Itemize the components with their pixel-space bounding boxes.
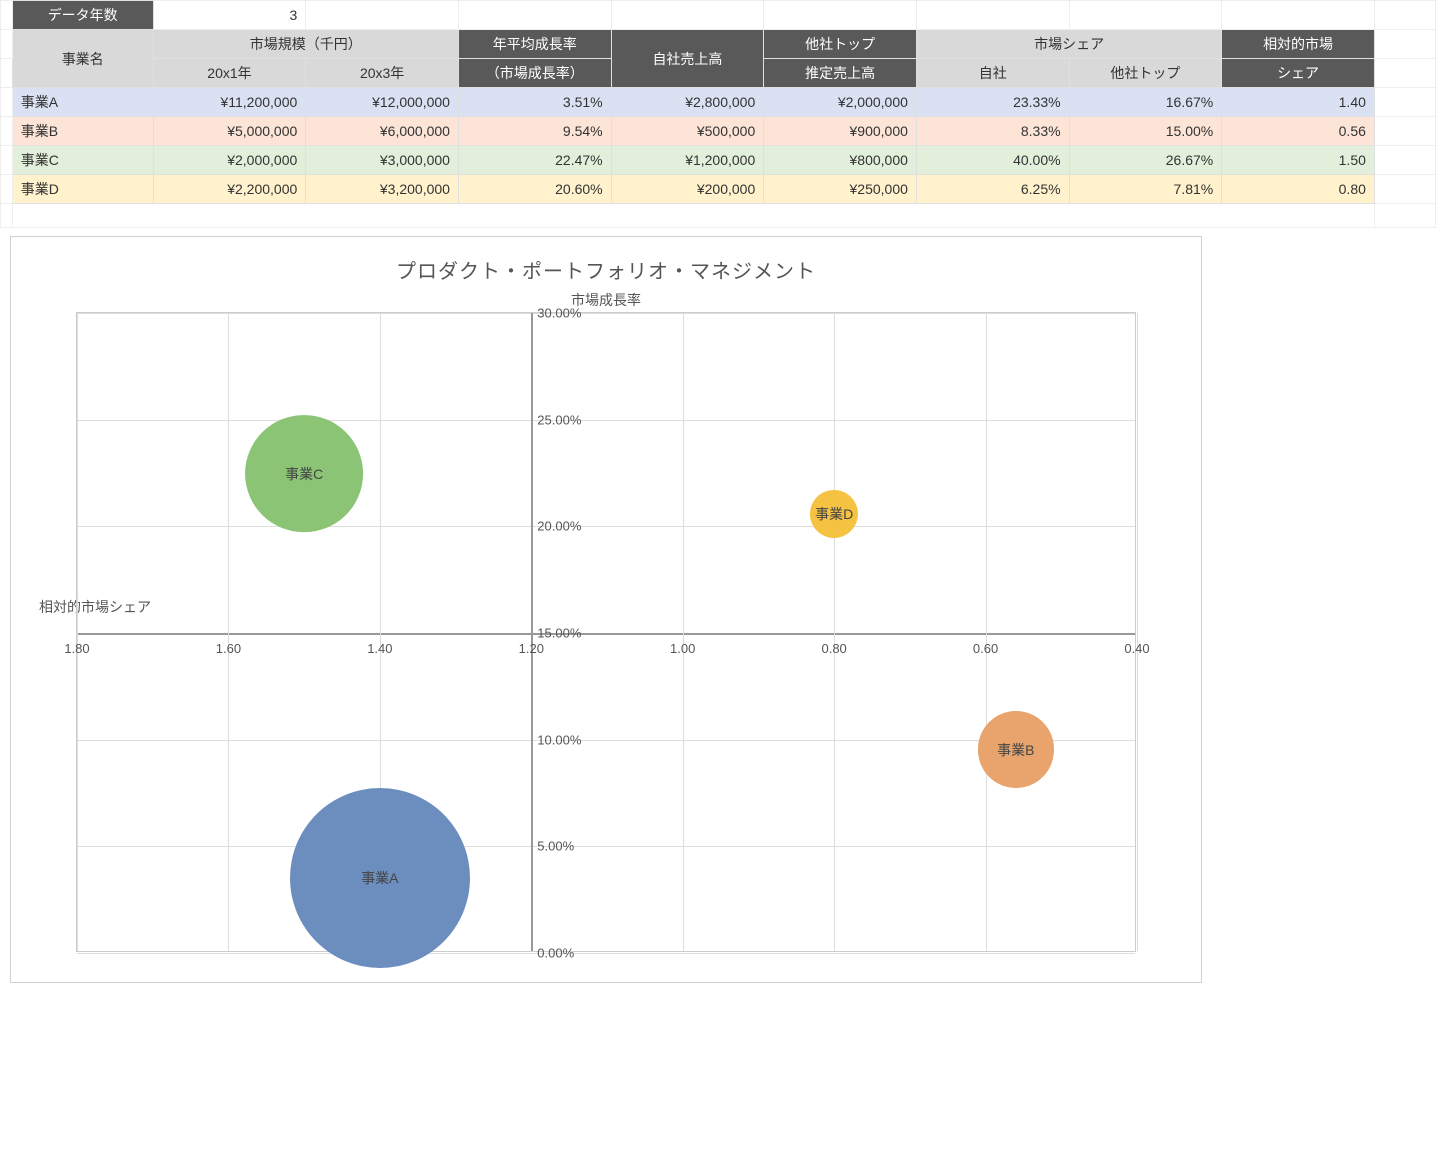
cell[interactable]: 9.54% [458, 117, 611, 146]
cell[interactable]: ¥2,000,000 [764, 88, 917, 117]
cell[interactable]: ¥3,000,000 [306, 146, 459, 175]
x-tick: 0.80 [821, 641, 846, 656]
bubble-事業D[interactable]: 事業D [810, 489, 858, 537]
plot-area: 30.00%25.00%20.00%15.00%10.00%5.00%0.00%… [76, 312, 1136, 952]
x-tick: 1.40 [367, 641, 392, 656]
cell[interactable]: ¥2,800,000 [611, 88, 764, 117]
y-tick: 25.00% [537, 412, 581, 427]
col-share-own: 自社 [916, 59, 1069, 88]
bubble-事業B[interactable]: 事業B [978, 711, 1054, 787]
cell[interactable]: ¥6,000,000 [306, 117, 459, 146]
col-business: 事業名 [12, 30, 153, 88]
cell[interactable]: ¥200,000 [611, 175, 764, 204]
cell[interactable]: ¥800,000 [764, 146, 917, 175]
table-row: 事業A ¥11,200,000 ¥12,000,000 3.51% ¥2,800… [1, 88, 1436, 117]
cell[interactable]: 1.40 [1222, 88, 1375, 117]
cell-name[interactable]: 事業C [12, 146, 153, 175]
cell[interactable]: ¥900,000 [764, 117, 917, 146]
cell[interactable]: ¥500,000 [611, 117, 764, 146]
bubble-事業A[interactable]: 事業A [290, 788, 470, 968]
cell[interactable]: 22.47% [458, 146, 611, 175]
y-tick: 5.00% [537, 839, 574, 854]
x-tick: 0.60 [973, 641, 998, 656]
x-tick: 1.60 [216, 641, 241, 656]
data-table: データ年数 3 事業名 市場規模（千円） 年平均成長率 自社売上高 他社トップ … [0, 0, 1436, 228]
col-own-sales: 自社売上高 [611, 30, 764, 88]
cell-name[interactable]: 事業A [12, 88, 153, 117]
table-row: 事業C ¥2,000,000 ¥3,000,000 22.47% ¥1,200,… [1, 146, 1436, 175]
col-rel-share-2: シェア [1222, 59, 1375, 88]
cell[interactable]: 1.50 [1222, 146, 1375, 175]
x-tick: 0.40 [1124, 641, 1149, 656]
cell[interactable]: 6.25% [916, 175, 1069, 204]
x-tick: 1.20 [519, 641, 544, 656]
col-rel-share-1: 相対的市場 [1222, 30, 1375, 59]
ppm-chart[interactable]: プロダクト・ポートフォリオ・マネジメント 市場成長率 相対的市場シェア 30.0… [10, 236, 1202, 983]
chart-title: プロダクト・ポートフォリオ・マネジメント [11, 237, 1201, 290]
data-years-label: データ年数 [12, 1, 153, 30]
col-share: 市場シェア [916, 30, 1221, 59]
cell-name[interactable]: 事業B [12, 117, 153, 146]
col-market-size: 市場規模（千円） [153, 30, 458, 59]
table-row: 事業D ¥2,200,000 ¥3,200,000 20.60% ¥200,00… [1, 175, 1436, 204]
cell[interactable]: ¥12,000,000 [306, 88, 459, 117]
y-tick: 20.00% [537, 519, 581, 534]
x-tick: 1.80 [64, 641, 89, 656]
cell[interactable]: 23.33% [916, 88, 1069, 117]
cell[interactable]: 0.80 [1222, 175, 1375, 204]
y-tick: 15.00% [537, 626, 581, 641]
col-top-other-1: 他社トップ [764, 30, 917, 59]
x-tick: 1.00 [670, 641, 695, 656]
cell[interactable]: 0.56 [1222, 117, 1375, 146]
cell[interactable]: 26.67% [1069, 146, 1222, 175]
cell[interactable]: ¥2,200,000 [153, 175, 306, 204]
table-row: 事業B ¥5,000,000 ¥6,000,000 9.54% ¥500,000… [1, 117, 1436, 146]
cell[interactable]: ¥2,000,000 [153, 146, 306, 175]
cell[interactable]: 15.00% [1069, 117, 1222, 146]
cell[interactable]: 8.33% [916, 117, 1069, 146]
cell[interactable]: ¥1,200,000 [611, 146, 764, 175]
y-axis-label: 市場成長率 [11, 290, 1201, 310]
cell[interactable]: 40.00% [916, 146, 1069, 175]
cell[interactable]: ¥11,200,000 [153, 88, 306, 117]
col-growth-1: 年平均成長率 [458, 30, 611, 59]
col-year1: 20x1年 [153, 59, 306, 88]
col-share-other: 他社トップ [1069, 59, 1222, 88]
col-year3: 20x3年 [306, 59, 459, 88]
cell[interactable]: ¥3,200,000 [306, 175, 459, 204]
col-growth-2: （市場成長率） [458, 59, 611, 88]
cell[interactable]: 3.51% [458, 88, 611, 117]
cell-name[interactable]: 事業D [12, 175, 153, 204]
col-top-other-2: 推定売上高 [764, 59, 917, 88]
cell[interactable]: ¥250,000 [764, 175, 917, 204]
cell[interactable]: ¥5,000,000 [153, 117, 306, 146]
cell[interactable]: 7.81% [1069, 175, 1222, 204]
bubble-事業C[interactable]: 事業C [245, 415, 363, 533]
cell[interactable]: 20.60% [458, 175, 611, 204]
y-tick: 0.00% [537, 946, 574, 961]
y-tick: 30.00% [537, 306, 581, 321]
data-years-value[interactable]: 3 [153, 1, 306, 30]
y-tick: 10.00% [537, 732, 581, 747]
cell[interactable]: 16.67% [1069, 88, 1222, 117]
